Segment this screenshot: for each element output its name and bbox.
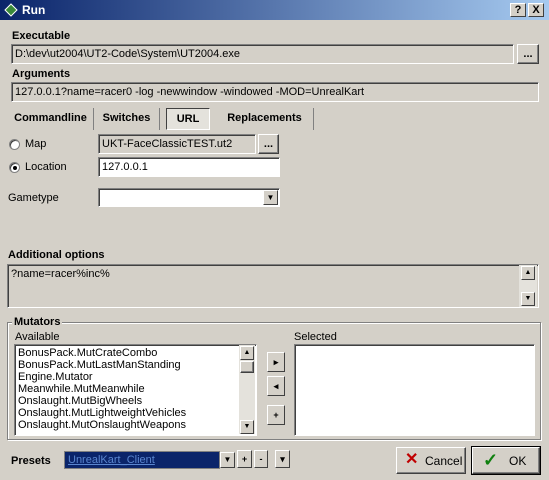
executable-input[interactable]: D:\dev\ut2004\UT2-Code\System\UT2004.exe (11, 44, 514, 64)
title-bar (0, 0, 549, 20)
cancel-x-icon: ✕ (405, 451, 419, 468)
scroll-down-icon[interactable]: ▼ (240, 420, 254, 434)
selected-label: Selected (294, 331, 337, 343)
executable-browse-button[interactable]: ... (517, 44, 539, 64)
executable-label: Executable (12, 30, 71, 42)
list-item[interactable]: Meanwhile.MutMeanwhile (15, 383, 256, 395)
tab-url[interactable]: URL (166, 108, 210, 130)
cancel-label: Cancel (425, 454, 463, 468)
scroll-up-icon[interactable]: ▲ (521, 266, 535, 280)
list-item[interactable]: Onslaught.MutLightweightVehicles (15, 407, 256, 419)
list-item[interactable]: BonusPack.MutLastManStanding (15, 359, 256, 371)
map-label: Map (25, 138, 47, 150)
ok-label: OK (509, 454, 527, 468)
add-preset-button[interactable]: + (237, 450, 252, 468)
gametype-dropdown-arrow-icon[interactable]: ▼ (263, 190, 278, 205)
list-item[interactable]: Onslaught.MutOnslaughtWeapons (15, 419, 256, 431)
location-input[interactable]: 127.0.0.1 (98, 157, 280, 177)
presets-label: Presets (11, 455, 51, 467)
map-browse-button[interactable]: ... (258, 134, 279, 154)
map-input[interactable]: UKT-FaceClassicTEST.ut2 (98, 134, 256, 154)
mutators-label: Mutators (12, 316, 63, 328)
location-radio[interactable] (9, 162, 20, 173)
help-button[interactable]: ? (510, 3, 526, 17)
tab-commandline[interactable]: Commandline (8, 108, 94, 130)
tab-switches[interactable]: Switches (94, 108, 160, 130)
arguments-label: Arguments (12, 68, 71, 80)
available-mutators-list[interactable]: BonusPack.MutCrateCombo BonusPack.MutLas… (14, 344, 257, 436)
additional-options-input[interactable]: ?name=racer%inc% (7, 264, 539, 308)
close-button[interactable]: X (528, 3, 544, 17)
ok-button[interactable]: ✓ OK (471, 446, 541, 475)
window-title: Run (22, 3, 46, 17)
scroll-thumb[interactable] (240, 361, 254, 373)
scroll-up-icon[interactable]: ▲ (240, 346, 254, 360)
gametype-label: Gametype (8, 192, 59, 204)
add-mutator-button[interactable]: + (267, 405, 285, 425)
gametype-select[interactable] (98, 188, 280, 207)
scroll-down-icon[interactable]: ▼ (521, 292, 535, 306)
move-right-button[interactable]: ▸ (267, 352, 285, 372)
selected-mutators-list[interactable] (294, 344, 535, 436)
list-item[interactable]: Engine.Mutator (15, 371, 256, 383)
list-item[interactable]: BonusPack.MutCrateCombo (15, 347, 256, 359)
additional-options-label: Additional options (8, 249, 105, 261)
remove-preset-button[interactable]: - (254, 450, 268, 468)
list-item[interactable]: Onslaught.MutBigWheels (15, 395, 256, 407)
move-left-button[interactable]: ◂ (267, 376, 285, 396)
available-label: Available (15, 331, 60, 343)
tab-replacements[interactable]: Replacements (216, 108, 314, 130)
map-radio[interactable] (9, 139, 20, 150)
app-icon (4, 3, 18, 17)
presets-dropdown-arrow-icon[interactable]: ▼ (220, 452, 235, 468)
cancel-button[interactable]: ✕ Cancel (396, 447, 466, 474)
ok-check-icon: ✓ (483, 450, 499, 470)
arguments-input[interactable]: 127.0.0.1?name=racer0 -log -newwindow -w… (11, 82, 539, 102)
presets-select[interactable]: UnrealKart_Client (64, 451, 220, 469)
location-label: Location (25, 161, 67, 173)
preset-menu-button[interactable]: ▾ (275, 450, 290, 468)
